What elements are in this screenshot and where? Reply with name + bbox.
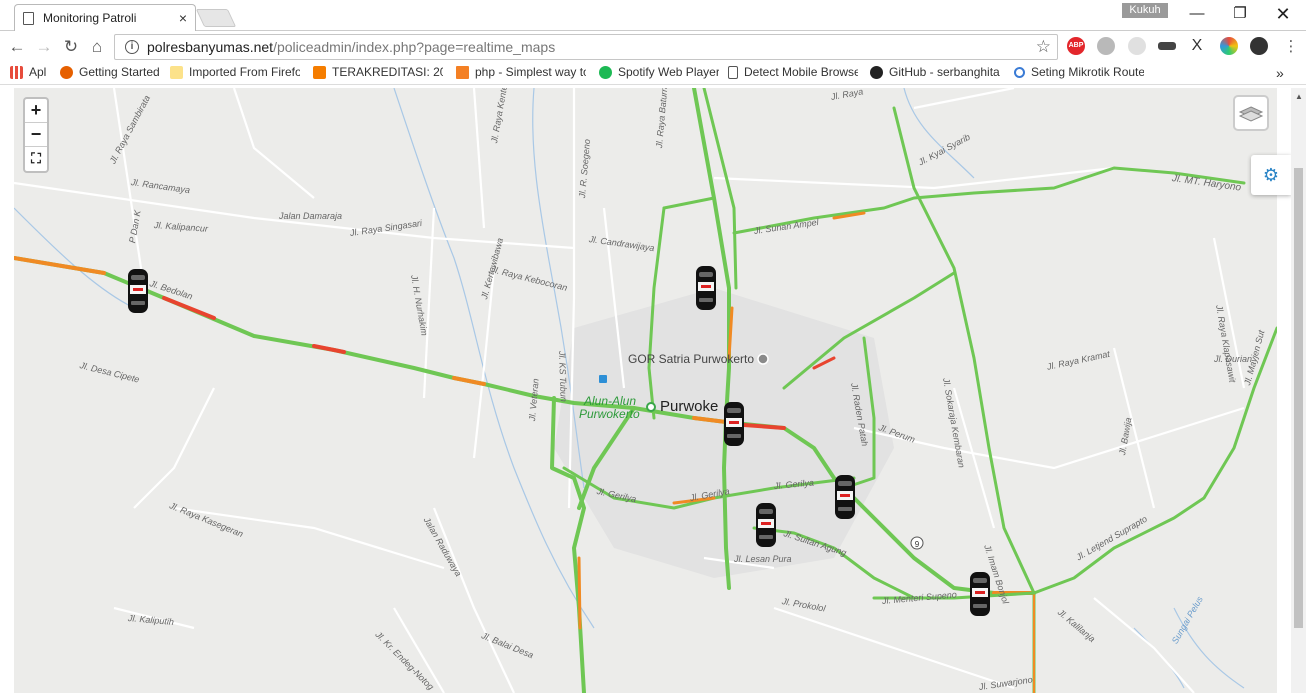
bookmark-github[interactable]: GitHub - serbanghita/ [870, 65, 1000, 79]
patrol-car-icon[interactable] [723, 401, 745, 447]
zoom-in-button[interactable]: + [25, 99, 47, 123]
patrol-car-icon[interactable] [755, 502, 777, 548]
bookmark-terakreditasi[interactable]: TERAKREDITASI: 20 La [313, 65, 443, 79]
tab-title: Monitoring Patroli [43, 11, 137, 25]
url-path: /policeadmin/index.php?page=realtime_map… [273, 39, 556, 55]
close-tab-icon[interactable]: × [179, 10, 187, 26]
github-icon [870, 65, 883, 79]
firefox-icon [60, 65, 73, 79]
bookmark-star-icon[interactable]: ☆ [1036, 37, 1051, 57]
home-icon[interactable]: ⌂ [86, 36, 108, 58]
realtime-map[interactable]: 9 GOR Satria Purwokerto Alun-Alun Purwok… [14, 88, 1277, 693]
scroll-up-icon[interactable]: ▲ [1295, 92, 1303, 101]
close-window-icon[interactable]: ✕ [1263, 4, 1303, 24]
bookmarks-bar: Apl Getting Started Imported From Firefo… [0, 62, 1306, 85]
more-bookmarks-icon[interactable]: » [1276, 65, 1284, 81]
patrol-car-icon[interactable] [969, 571, 991, 617]
blogger-icon [313, 65, 326, 79]
bookmark-apps[interactable]: Apl [10, 65, 52, 79]
bookmark-getting-started[interactable]: Getting Started [60, 65, 162, 79]
x-extension-icon[interactable]: X [1188, 37, 1206, 55]
gor-marker-icon[interactable] [757, 353, 769, 365]
back-icon[interactable]: ← [6, 36, 28, 58]
reload-icon[interactable]: ↻ [60, 36, 82, 58]
browser-toolbar: ← → ↻ ⌂ i polresbanyumas.net /policeadmi… [0, 31, 1306, 62]
patrol-car-icon[interactable] [127, 268, 149, 314]
new-tab-button[interactable] [195, 9, 237, 27]
fullscreen-button[interactable]: ⛶ [25, 147, 47, 171]
layers-icon [1238, 106, 1264, 122]
menu-icon[interactable]: ⋮ [1280, 36, 1302, 58]
color-picker-icon[interactable] [1220, 37, 1238, 55]
bookmark-php-simplest[interactable]: php - Simplest way to [456, 65, 586, 79]
layers-button[interactable] [1233, 95, 1269, 131]
url-host: polresbanyumas.net [147, 39, 274, 55]
city-label: Purwoke [660, 398, 719, 415]
road-label: Jl. KS Tubun [557, 350, 569, 403]
bookmark-spotify[interactable]: Spotify Web Player [599, 65, 719, 79]
extension-icon[interactable] [1097, 37, 1115, 55]
incognito-icon[interactable] [1158, 42, 1176, 50]
park-marker-icon[interactable] [646, 402, 656, 412]
stackoverflow-icon [456, 65, 469, 79]
mikrotik-icon [1014, 66, 1025, 78]
page-icon [728, 65, 738, 79]
browser-titlebar: Monitoring Patroli × Kukuh — ❐ ✕ [0, 0, 1306, 31]
tab-monitoring-patroli[interactable]: Monitoring Patroli × [14, 4, 196, 31]
address-bar[interactable]: i polresbanyumas.net /policeadmin/index.… [114, 34, 1058, 60]
bookmark-imported-from-firefox[interactable]: Imported From Firefo [170, 65, 300, 79]
scroll-thumb[interactable] [1294, 168, 1303, 628]
road-label: Jl. Lesan Pura [734, 554, 792, 564]
profile-badge[interactable]: Kukuh [1122, 3, 1168, 18]
info-icon[interactable]: i [125, 40, 139, 54]
page-scrollbar[interactable]: ▲ [1291, 88, 1306, 693]
road-label: Jalan Damaraja [279, 211, 343, 221]
adblock-icon[interactable]: ABP [1067, 37, 1085, 55]
minimize-icon[interactable]: — [1177, 4, 1217, 24]
forward-icon[interactable]: → [33, 36, 55, 58]
extension-icon[interactable] [1128, 37, 1146, 55]
spotify-icon [599, 65, 612, 79]
extension-icon[interactable] [1250, 37, 1268, 55]
apps-icon [10, 65, 23, 79]
place-label-purwokerto: Purwokerto [579, 407, 640, 421]
place-label-gor: GOR Satria Purwokerto [628, 352, 755, 366]
settings-button[interactable]: ⚙ [1251, 155, 1291, 195]
bus-stop-icon [599, 375, 607, 383]
road-label: Jl. Durian [1214, 354, 1253, 364]
map-canvas: 9 [14, 88, 1277, 693]
zoom-control: + − ⛶ [23, 97, 49, 173]
folder-icon [170, 65, 183, 79]
restore-icon[interactable]: ❐ [1220, 4, 1260, 24]
bookmark-mikrotik[interactable]: Seting Mikrotik Route [1014, 65, 1144, 79]
page-icon [23, 11, 34, 25]
route-number-label: 9 [915, 540, 920, 549]
place-label-alun-alun: Alun-Alun [584, 394, 637, 408]
patrol-car-icon[interactable] [834, 474, 856, 520]
bookmark-detect-mobile[interactable]: Detect Mobile Browse [728, 65, 858, 79]
zoom-out-button[interactable]: − [25, 123, 47, 147]
patrol-car-icon[interactable] [695, 265, 717, 311]
